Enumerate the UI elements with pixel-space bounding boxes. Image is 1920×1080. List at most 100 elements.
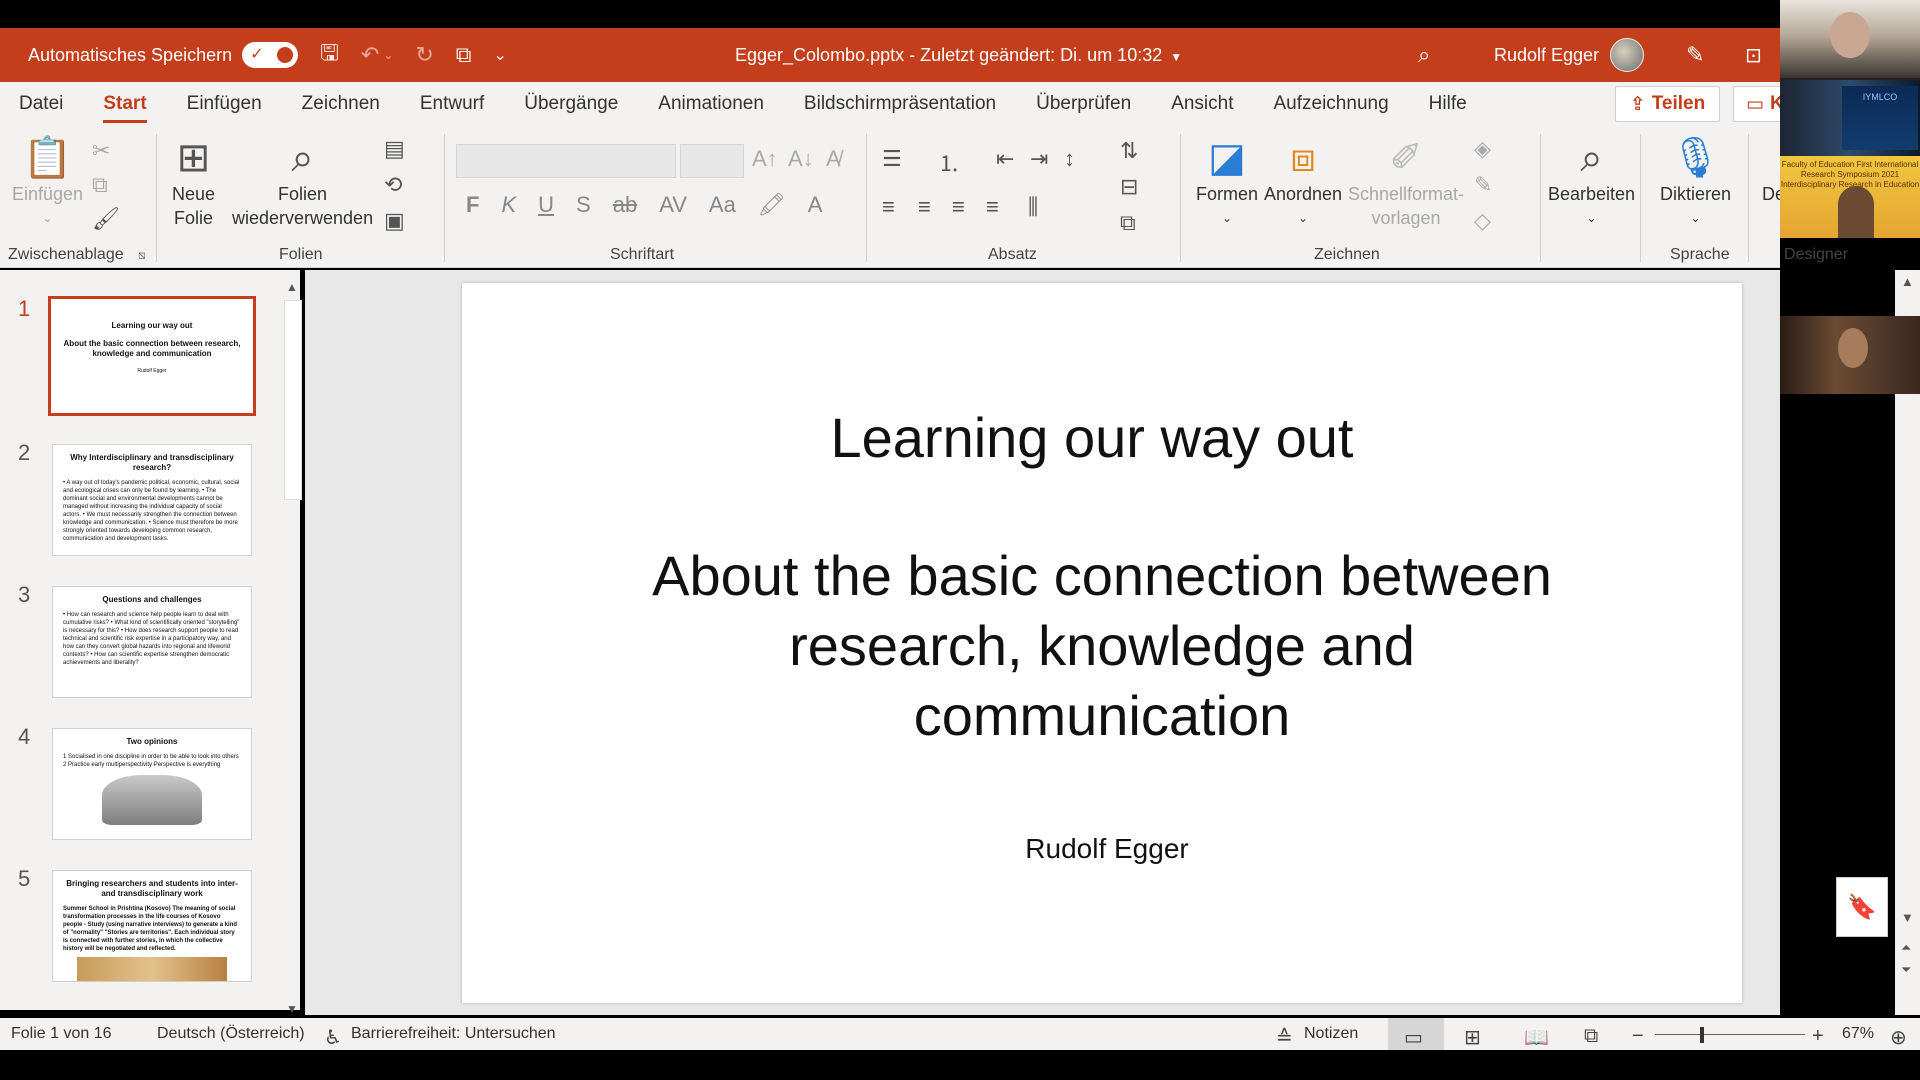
video-participant-3[interactable]: Faculty of Education First International… [1780, 156, 1920, 238]
fit-to-window-icon[interactable]: ⊕ [1890, 1025, 1907, 1050]
tab-ueberpruefen[interactable]: Überprüfen [1036, 93, 1131, 115]
line-spacing-icon[interactable]: ↕ [1064, 146, 1075, 172]
slide-thumbnail-5[interactable]: Bringing researchers and students into i… [52, 870, 252, 982]
reuse-slides-button[interactable]: ⌕ Folien wiederverwenden [232, 134, 373, 230]
video-participant-4[interactable] [1780, 316, 1920, 394]
justify-icon[interactable]: ≡ [986, 194, 999, 220]
clear-format-icon[interactable]: A̸ [826, 146, 841, 172]
quick-styles-button[interactable]: ✐ Schnellformat- vorlagen [1348, 134, 1464, 230]
copy-icon[interactable]: ⧉ [92, 172, 108, 198]
tab-entwurf[interactable]: Entwurf [420, 93, 484, 115]
font-size-select[interactable] [680, 144, 744, 178]
autosave[interactable]: Automatisches Speichern ✓ [28, 42, 299, 68]
font-color-icon[interactable]: A [808, 192, 823, 218]
slide-thumbnail-2[interactable]: Why Interdisciplinary and transdisciplin… [52, 444, 252, 556]
arrange-button[interactable]: ⧈ Anordnen ⌄ [1264, 134, 1342, 230]
autosave-toggle[interactable]: ✓ [242, 42, 299, 68]
tab-animationen[interactable]: Animationen [658, 93, 764, 115]
slide-sorter-icon[interactable]: ⊞ [1464, 1025, 1481, 1050]
font-grow-icon[interactable]: A↑ [752, 146, 778, 172]
tab-uebergaenge[interactable]: Übergänge [524, 93, 618, 115]
previous-slide-icon[interactable]: ⏶ [1901, 940, 1911, 956]
smartart-icon[interactable]: ⧉ [1120, 210, 1136, 236]
zoom-out-icon[interactable]: − [1632, 1025, 1644, 1048]
scrollbar-thumb[interactable] [284, 300, 302, 500]
redo-icon[interactable]: ↻ [415, 42, 433, 68]
slide-thumbnail-1[interactable]: Learning our way out About the basic con… [48, 296, 256, 416]
zoom-in-icon[interactable]: + [1812, 1025, 1824, 1048]
scroll-down-icon[interactable]: ▼ [286, 1002, 298, 1016]
tab-aufzeichnung[interactable]: Aufzeichnung [1274, 93, 1389, 115]
next-slide-icon[interactable]: ⏷ [1901, 962, 1911, 978]
slide-title[interactable]: Learning our way out [462, 403, 1722, 473]
thumbnails-scrollbar[interactable]: ▲ ▼ [282, 280, 302, 1020]
accessibility-status[interactable]: Barrierefreiheit: Untersuchen [351, 1025, 556, 1043]
notes-button[interactable]: Notizen [1304, 1025, 1358, 1043]
current-slide[interactable]: Learning our way out About the basic con… [462, 283, 1742, 1003]
accessibility-icon[interactable]: ♿ [324, 1025, 342, 1050]
font-shrink-icon[interactable]: A↓ [788, 146, 814, 172]
zoom-level[interactable]: 67% [1842, 1025, 1874, 1043]
shape-outline-icon[interactable]: ✎ [1474, 172, 1492, 198]
highlight-icon[interactable]: 🖍 [758, 192, 786, 218]
slideshow-icon[interactable]: ⧉ [1584, 1025, 1598, 1048]
shapes-button[interactable]: ◪ Formen ⌄ [1196, 134, 1258, 230]
video-participant-2[interactable]: IYMLCO [1780, 80, 1920, 156]
present-icon[interactable]: ⧉ [456, 42, 472, 68]
language-status[interactable]: Deutsch (Österreich) [157, 1025, 305, 1043]
scroll-up-icon[interactable]: ▲ [1901, 274, 1914, 289]
video-participant-1[interactable] [1780, 0, 1920, 78]
ribbon-display-icon[interactable]: ⊡ [1745, 43, 1762, 68]
change-case-button[interactable]: Aa [709, 192, 736, 218]
normal-view-icon[interactable]: ▭ [1404, 1025, 1423, 1050]
align-text-icon[interactable]: ⊟ [1120, 174, 1138, 200]
slide-author[interactable]: Rudolf Egger [462, 833, 1752, 865]
tab-start[interactable]: Start [103, 93, 147, 123]
new-slide-button[interactable]: ⊞ Neue Folie [172, 134, 215, 230]
align-center-icon[interactable]: ≡ [918, 194, 931, 220]
tab-datei[interactable]: Datei [19, 93, 63, 115]
tab-einfuegen[interactable]: Einfügen [187, 93, 262, 115]
shadow-button[interactable]: S [576, 192, 591, 218]
underline-button[interactable]: U [538, 192, 554, 218]
scroll-down-icon[interactable]: ▼ [1901, 910, 1914, 925]
bold-button[interactable]: F [466, 192, 479, 218]
cut-icon[interactable]: ✂ [92, 138, 110, 164]
reset-icon[interactable]: ⟲ [384, 172, 402, 198]
slide-thumbnail-3[interactable]: Questions and challenges • How can resea… [52, 586, 252, 698]
reading-view-icon[interactable]: 📖 [1524, 1025, 1549, 1050]
undo-icon[interactable]: ↶ [361, 42, 379, 68]
search-icon[interactable]: ⌕ [1418, 42, 1430, 68]
increase-indent-icon[interactable]: ⇥ [1030, 146, 1048, 172]
align-right-icon[interactable]: ≡ [952, 194, 965, 220]
zoom-slider[interactable] [1655, 1034, 1805, 1035]
dialog-launcher-icon[interactable]: ⧅ [138, 248, 146, 263]
tab-zeichnen[interactable]: Zeichnen [302, 93, 380, 115]
document-title[interactable]: Egger_Colombo.pptx - Zuletzt geändert: D… [735, 45, 1182, 66]
scroll-up-icon[interactable]: ▲ [286, 280, 298, 294]
tab-bildschirmpraesentation[interactable]: Bildschirmpräsentation [804, 93, 996, 115]
char-spacing-button[interactable]: AV [659, 192, 687, 218]
notes-icon[interactable]: ≙ [1276, 1025, 1293, 1050]
font-family-select[interactable] [456, 144, 676, 178]
tab-hilfe[interactable]: Hilfe [1429, 93, 1467, 115]
paste-button[interactable]: 📋 Einfügen ⌄ [12, 134, 83, 230]
pen-icon[interactable]: ✎ [1686, 42, 1704, 68]
bullets-icon[interactable]: ☰ [882, 146, 902, 172]
italic-button[interactable]: K [501, 192, 516, 218]
shape-fill-icon[interactable]: ◈ [1474, 136, 1491, 162]
format-painter-icon[interactable]: 🖌 [92, 206, 120, 232]
align-left-icon[interactable]: ≡ [882, 194, 895, 220]
edit-button[interactable]: ⌕ Bearbeiten ⌄ [1548, 134, 1635, 230]
numbering-icon[interactable]: ⒈ [938, 146, 960, 178]
shape-effects-icon[interactable]: ◇ [1474, 208, 1491, 234]
slide-thumbnail-4[interactable]: Two opinions 1 Socialised in one discipl… [52, 728, 252, 840]
slide-subtitle[interactable]: About the basic connection between resea… [602, 541, 1602, 751]
tab-ansicht[interactable]: Ansicht [1171, 93, 1233, 115]
avatar[interactable] [1610, 38, 1644, 72]
dictate-button[interactable]: 🎙 Diktieren ⌄ [1660, 134, 1731, 230]
customize-qa-icon[interactable]: ⌄ [494, 45, 507, 65]
share-button[interactable]: ⇪ Teilen [1615, 86, 1720, 122]
zoom-slider-thumb[interactable] [1700, 1027, 1704, 1043]
section-icon[interactable]: ▣ [384, 208, 405, 234]
